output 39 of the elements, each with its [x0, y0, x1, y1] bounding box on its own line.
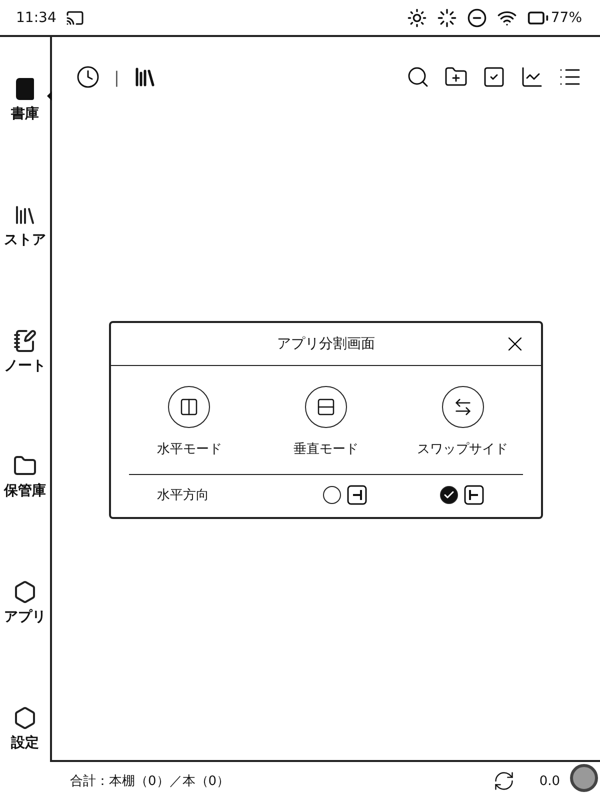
align-left-icon	[464, 485, 484, 505]
minus-circle-icon[interactable]	[466, 8, 487, 28]
floating-button[interactable]	[570, 764, 598, 792]
mode-button[interactable]: 水平モード	[121, 386, 258, 458]
clock-time: 11:34	[16, 10, 56, 26]
sidebar-item[interactable]: ノート	[0, 328, 50, 375]
check-icon	[443, 489, 456, 501]
sidebar-item[interactable]: 書庫	[0, 77, 50, 123]
sync-reading: 0.0	[539, 774, 560, 788]
mode-button[interactable]: 垂直モード	[258, 386, 394, 458]
book-icon	[13, 77, 37, 101]
folder-plus-icon[interactable]	[444, 65, 468, 89]
radio-button[interactable]	[440, 486, 458, 504]
hexagon-icon	[13, 580, 37, 604]
checkbox-icon[interactable]	[482, 65, 506, 89]
search-icon[interactable]	[406, 65, 430, 89]
radio-button[interactable]	[322, 486, 341, 504]
line-chart-icon[interactable]	[520, 65, 544, 89]
dialog-title: アプリ分割画面	[277, 335, 375, 353]
sidebar-item[interactable]: アプリ	[0, 580, 50, 626]
sync-icon[interactable]	[493, 770, 516, 792]
bookshelf-icon[interactable]	[133, 65, 158, 89]
align-right-icon	[346, 485, 367, 505]
columns-icon	[179, 397, 200, 417]
orientation-label: 水平方向	[157, 487, 210, 504]
mode-button[interactable]: スワップサイド	[394, 386, 531, 458]
screen-icon	[66, 8, 84, 26]
sidebar-item[interactable]: 設定	[0, 706, 50, 752]
sidebar-item[interactable]: 保管庫	[0, 454, 50, 500]
toolbar-separator: |	[114, 68, 120, 86]
history-icon[interactable]	[76, 65, 100, 89]
hexagon-icon	[13, 706, 37, 730]
brightness-icon[interactable]	[406, 8, 427, 28]
library-summary: 合計：本棚（0）／本（0）	[70, 773, 230, 790]
battery-percentage: 77%	[550, 10, 582, 26]
swap-arrows-icon	[452, 397, 473, 417]
sidebar-item[interactable]: ストア	[0, 202, 50, 249]
rows-icon	[316, 397, 336, 417]
notebook-icon	[13, 328, 37, 353]
